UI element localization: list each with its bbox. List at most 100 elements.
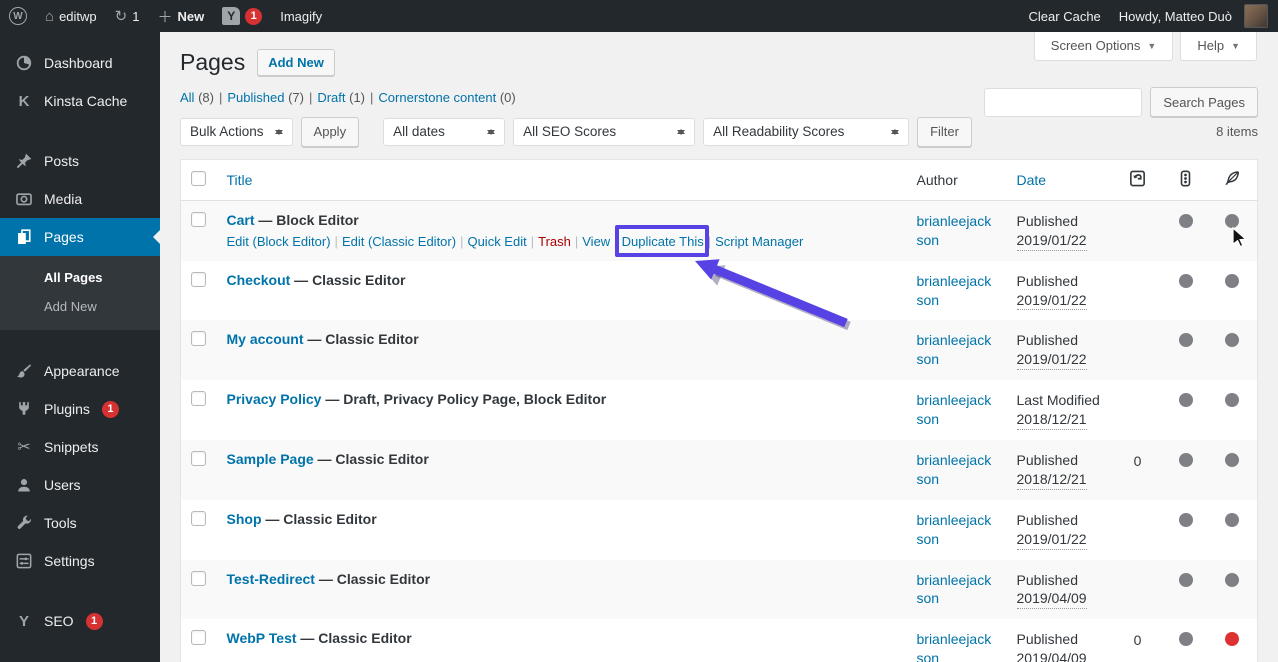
view-filter-cornerstone-content[interactable]: Cornerstone content [378, 90, 496, 105]
submenu-item-add-new[interactable]: Add New [0, 292, 160, 321]
row-checkbox[interactable] [191, 451, 206, 467]
row-checkbox[interactable] [191, 510, 206, 526]
author-link[interactable]: brianleejackson [917, 272, 997, 310]
column-header-redirects[interactable] [1111, 159, 1164, 201]
pages-table: Title Author Date Cart — Block Editor Ed… [180, 158, 1258, 662]
row-checkbox[interactable] [191, 630, 206, 646]
row-checkbox[interactable] [191, 271, 206, 287]
admin-bar: W ⌂ editwp ↻ 1 ＋ New Y 1 Imagify Clear C… [0, 0, 1278, 32]
author-link[interactable]: brianleejackson [917, 331, 997, 369]
row-checkbox[interactable] [191, 570, 206, 586]
my-account-menu[interactable]: Howdy, Matteo Duò [1110, 0, 1278, 32]
table-row: Cart — Block Editor Edit (Block Editor) |… [180, 200, 1258, 261]
view-filter-draft[interactable]: Draft [317, 90, 345, 105]
row-action-edit-block-editor-[interactable]: Edit (Block Editor) [227, 234, 331, 249]
sidebar-item-kinsta-cache[interactable]: K Kinsta Cache [0, 82, 160, 120]
table-toolbar: Bulk Actions Apply All dates All SEO Sco… [180, 116, 1258, 147]
author-link[interactable]: brianleejackson [917, 571, 997, 609]
column-header-seo-score[interactable] [1163, 159, 1208, 201]
sidebar-item-plugins[interactable]: Plugins 1 [0, 390, 160, 428]
screen-options-tab[interactable]: Screen Options ▼ [1033, 32, 1174, 61]
page-title-link[interactable]: My account [227, 331, 304, 347]
row-checkbox[interactable] [191, 211, 206, 227]
add-new-button[interactable]: Add New [257, 49, 335, 77]
author-link[interactable]: brianleejackson [917, 212, 997, 250]
chevron-down-icon: ▼ [1147, 40, 1157, 51]
sidebar-item-seo[interactable]: Y SEO 1 [0, 602, 160, 640]
user-icon [14, 475, 34, 495]
sidebar-item-settings[interactable]: Settings [0, 542, 160, 580]
dates-filter-select[interactable]: All dates [383, 117, 506, 146]
seo-scores-filter-select[interactable]: All SEO Scores [513, 117, 696, 146]
search-input[interactable] [984, 87, 1143, 117]
sidebar-item-users[interactable]: Users [0, 466, 160, 504]
site-name-menu[interactable]: ⌂ editwp [36, 0, 106, 32]
page-title-link[interactable]: Checkout [227, 272, 291, 288]
items-count: 8 items [1216, 124, 1258, 140]
author-link[interactable]: brianleejackson [917, 451, 997, 489]
row-action-duplicate-this[interactable]: Duplicate This [622, 234, 704, 249]
author-link[interactable]: brianleejackson [917, 391, 997, 429]
readability-scores-filter-select[interactable]: All Readability Scores [703, 117, 910, 146]
author-link[interactable]: brianleejackson [917, 630, 997, 662]
separator: | [707, 233, 712, 249]
submenu-item-all-pages[interactable]: All Pages [0, 263, 160, 292]
column-header-title[interactable]: Title [216, 159, 907, 201]
column-header-readability-score[interactable] [1207, 159, 1258, 201]
sidebar-item-snippets[interactable]: ✂ Snippets [0, 428, 160, 466]
imagify-menu[interactable]: Imagify [271, 0, 331, 32]
help-tab[interactable]: Help ▼ [1180, 32, 1257, 61]
redirect-count [1112, 272, 1164, 274]
sidebar-item-pages[interactable]: Pages [0, 218, 160, 256]
updates-menu[interactable]: ↻ 1 [106, 0, 149, 32]
redirect-count [1112, 331, 1164, 333]
redirect-count: 0 [1133, 453, 1142, 470]
separator: | [574, 233, 579, 249]
row-checkbox[interactable] [191, 391, 206, 407]
apply-button[interactable]: Apply [300, 116, 360, 147]
page-title-link[interactable]: Privacy Policy [227, 391, 322, 407]
page-title-link[interactable]: Test-Redirect [227, 571, 315, 587]
sidebar-item-tools[interactable]: Tools [0, 504, 160, 542]
filter-button[interactable]: Filter [917, 116, 972, 147]
row-action-edit-classic-editor-[interactable]: Edit (Classic Editor) [342, 234, 456, 249]
page-title-link[interactable]: Cart [227, 212, 255, 228]
page-title-link[interactable]: Shop [227, 511, 262, 527]
menu-badge: 1 [85, 612, 103, 630]
yoast-icon: Y [222, 7, 241, 25]
wordpress-logo-icon: W [9, 7, 27, 25]
yoast-icon: Y [18, 612, 29, 630]
seo-score-dot [1178, 273, 1193, 288]
row-action-view[interactable]: View [582, 234, 610, 249]
row-action-script-manager[interactable]: Script Manager [715, 234, 803, 249]
sidebar-item-appearance[interactable]: Appearance [0, 352, 160, 390]
howdy-label: Howdy, Matteo Duò [1118, 8, 1232, 24]
clear-cache-button[interactable]: Clear Cache [1020, 0, 1110, 32]
sidebar-item-media[interactable]: Media [0, 180, 160, 218]
sidebar-item-posts[interactable]: Posts [0, 142, 160, 180]
date-status: Published [1016, 272, 1079, 289]
seo-score-dot [1178, 572, 1193, 587]
new-content-menu[interactable]: ＋ New [148, 0, 213, 32]
sidebar-item-dashboard[interactable]: Dashboard [0, 44, 160, 82]
page-title-link[interactable]: WebP Test [227, 630, 297, 646]
bulk-actions-select[interactable]: Bulk Actions [180, 117, 293, 146]
media-icon [14, 189, 34, 209]
author-link[interactable]: brianleejackson [917, 511, 997, 549]
column-header-date[interactable]: Date [1006, 159, 1112, 201]
yoast-menu[interactable]: Y 1 [213, 0, 271, 32]
row-checkbox[interactable] [191, 331, 206, 347]
row-action-trash[interactable]: Trash [538, 234, 571, 249]
view-filter-published[interactable]: Published [227, 90, 284, 105]
table-row: Sample Page — Classic Editor brianleejac… [180, 440, 1258, 500]
row-action-quick-edit[interactable]: Quick Edit [467, 234, 526, 249]
post-states: — Classic Editor [313, 451, 429, 468]
table-row: Test-Redirect — Classic Editor brianleej… [180, 559, 1258, 620]
view-filter-all[interactable]: All [180, 90, 194, 105]
search-pages-button[interactable]: Search Pages [1150, 87, 1258, 117]
sliders-icon [14, 551, 34, 571]
date-value: 2019/01/22 [1016, 530, 1087, 550]
wp-logo-menu[interactable]: W [0, 0, 36, 32]
select-all-checkbox[interactable] [191, 170, 206, 186]
page-title-link[interactable]: Sample Page [227, 451, 314, 467]
